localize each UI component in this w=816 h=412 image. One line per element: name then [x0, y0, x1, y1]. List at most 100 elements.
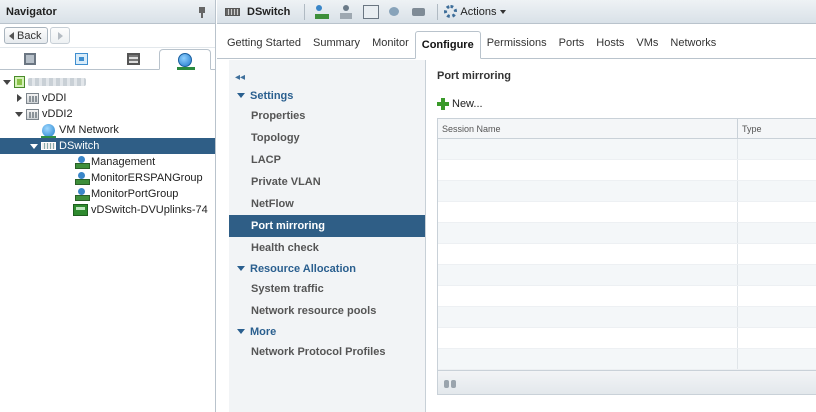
tree-item-monitorerspangroup[interactable]: MonitorERSPANGroup	[0, 170, 215, 186]
object-tabs: Getting Started Summary Monitor Configur…	[217, 25, 816, 59]
column-header-type[interactable]: Type	[738, 119, 762, 138]
vm-icon	[75, 53, 89, 65]
back-button-label: Back	[17, 29, 42, 42]
section-resource-allocation[interactable]: Resource Allocation	[229, 259, 425, 278]
sidebar-item-private-vlan[interactable]: Private VLAN	[229, 171, 425, 193]
forward-arrow-icon	[57, 31, 63, 40]
chevron-down-icon	[237, 329, 245, 334]
tab-hosts[interactable]: Hosts	[590, 31, 630, 55]
tab-permissions[interactable]: Permissions	[481, 31, 553, 55]
actions-label: Actions	[460, 5, 497, 18]
sidebar-item-network-protocol-profiles[interactable]: Network Protocol Profiles	[229, 341, 425, 363]
page-title: Port mirroring	[437, 70, 511, 82]
networking-tab[interactable]	[159, 49, 211, 70]
table-footer	[438, 370, 816, 394]
configure-sidebar: ◂◂ Settings Properties Topology LACP Pri…	[229, 60, 426, 412]
table-row	[438, 307, 816, 328]
tab-ports[interactable]: Ports	[553, 31, 591, 55]
collapse-sidebar-button[interactable]: ◂◂	[229, 68, 425, 86]
manage-portgroups-icon[interactable]	[363, 4, 380, 19]
tree-item-datacenter[interactable]	[0, 74, 215, 90]
migrate-networking-icon[interactable]	[387, 5, 403, 19]
back-button[interactable]: Back	[4, 27, 49, 44]
tree-item-label: MonitorPortGroup	[91, 188, 179, 200]
tree-item-label: Management	[91, 156, 156, 168]
expand-icon[interactable]	[3, 79, 11, 85]
column-header-session-name[interactable]: Session Name	[438, 119, 738, 138]
portgroup-icon	[75, 155, 90, 169]
table-row	[438, 328, 816, 349]
portgroup-icon	[75, 187, 90, 201]
port-mirroring-panel: Port mirroring New... Session Name Type	[427, 60, 816, 412]
section-more[interactable]: More	[229, 322, 425, 341]
gear-icon	[444, 5, 458, 18]
pin-icon[interactable]	[197, 6, 207, 18]
folder-icon	[26, 92, 39, 104]
switch-icon	[41, 142, 56, 150]
new-session-label: New...	[452, 98, 483, 110]
navigator-header: Navigator	[0, 0, 215, 24]
sidebar-item-lacp[interactable]: LACP	[229, 149, 425, 171]
tree-item-uplinks[interactable]: vDSwitch-DVUplinks-74	[0, 202, 215, 218]
tree-item-label: vDSwitch-DVUplinks-74	[91, 204, 208, 216]
tree-item-label: VM Network	[59, 124, 119, 136]
tab-summary[interactable]: Summary	[307, 31, 366, 55]
sessions-table: Session Name Type	[437, 118, 816, 395]
tree-item-label: vDDI2	[42, 108, 73, 120]
redacted-name	[28, 78, 86, 86]
sidebar-item-topology[interactable]: Topology	[229, 127, 425, 149]
table-row	[438, 202, 816, 223]
tree-item-vm-network[interactable]: VM Network	[0, 122, 215, 139]
add-hosts-icon[interactable]	[339, 4, 355, 19]
folder-icon	[26, 108, 39, 120]
tab-monitor[interactable]: Monitor	[366, 31, 415, 55]
tree-item-monitorportgroup[interactable]: MonitorPortGroup	[0, 186, 215, 202]
expand-icon[interactable]	[30, 143, 38, 149]
section-label: More	[250, 325, 277, 338]
chevron-down-icon	[237, 93, 245, 98]
switch-icon	[225, 7, 240, 16]
new-portgroup-icon[interactable]	[315, 4, 331, 19]
network-icon	[41, 123, 56, 139]
tab-vms[interactable]: VMs	[630, 31, 664, 55]
sidebar-item-netflow[interactable]: NetFlow	[229, 193, 425, 215]
chevron-down-icon	[237, 266, 245, 271]
binoculars-icon[interactable]	[444, 378, 458, 388]
forward-button[interactable]	[50, 27, 71, 44]
plus-icon	[437, 98, 449, 110]
sidebar-item-network-resource-pools[interactable]: Network resource pools	[229, 300, 425, 322]
collapse-icon[interactable]	[17, 94, 22, 102]
tree-item-dswitch[interactable]: DSwitch	[0, 138, 215, 154]
sidebar-item-system-traffic[interactable]: System traffic	[229, 278, 425, 300]
host-icon	[23, 53, 36, 65]
sidebar-item-port-mirroring[interactable]: Port mirroring	[229, 215, 425, 237]
vms-templates-tab[interactable]	[56, 49, 108, 69]
tab-configure[interactable]: Configure	[414, 31, 481, 59]
uplink-icon	[73, 204, 88, 216]
sidebar-item-health-check[interactable]: Health check	[229, 237, 425, 259]
expand-icon[interactable]	[15, 111, 23, 117]
storage-tab[interactable]	[108, 49, 160, 69]
chevron-down-icon	[500, 9, 507, 14]
object-title: DSwitch	[247, 5, 291, 18]
portgroup-icon	[75, 171, 90, 185]
tab-networks[interactable]: Networks	[664, 31, 722, 55]
datacenter-icon	[14, 76, 25, 88]
back-arrow-icon	[9, 31, 14, 40]
table-row	[438, 265, 816, 286]
table-row	[438, 286, 816, 307]
tree-item-label: DSwitch	[59, 140, 100, 152]
export-icon[interactable]	[411, 5, 427, 19]
hosts-clusters-tab[interactable]	[4, 49, 56, 69]
navigator-history-bar: Back	[0, 24, 215, 48]
tree-item-label: vDDI	[42, 92, 67, 104]
tree-item-vddi[interactable]: vDDI	[0, 90, 215, 106]
tree-item-management[interactable]: Management	[0, 154, 215, 170]
tree-item-vddi2[interactable]: vDDI2	[0, 106, 215, 122]
tab-getting-started[interactable]: Getting Started	[221, 31, 307, 55]
section-settings[interactable]: Settings	[229, 86, 425, 105]
sidebar-item-properties[interactable]: Properties	[229, 105, 425, 127]
new-session-button[interactable]: New...	[437, 96, 816, 112]
actions-menu[interactable]: Actions	[444, 5, 507, 18]
datastore-icon	[126, 53, 140, 65]
